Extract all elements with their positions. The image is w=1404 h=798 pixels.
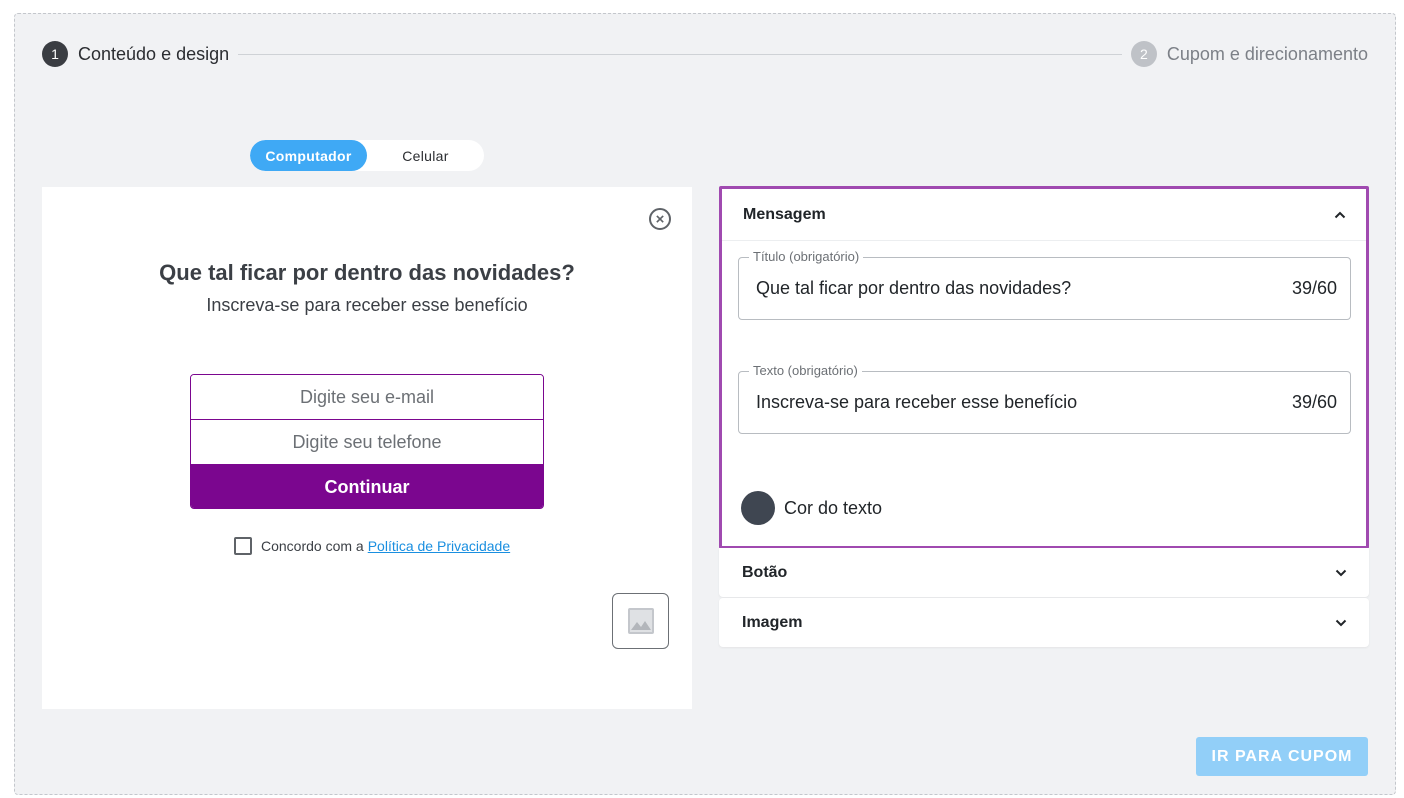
- step-number: 1: [42, 41, 68, 67]
- title-field[interactable]: Título (obrigatório) Que tal ficar por d…: [738, 249, 1351, 320]
- panel-title: Imagem: [742, 613, 803, 631]
- privacy-policy-link[interactable]: Política de Privacidade: [368, 538, 510, 554]
- char-counter: 39/60: [1291, 392, 1337, 412]
- field-legend: Texto (obrigatório): [749, 363, 862, 378]
- chevron-up-icon: [1334, 211, 1346, 219]
- step-content-design[interactable]: 1 Conteúdo e design: [42, 40, 229, 68]
- go-to-coupon-button[interactable]: IR PARA CUPOM: [1196, 737, 1368, 776]
- panel-title: Mensagem: [743, 205, 826, 223]
- step-label: Conteúdo e design: [78, 43, 230, 64]
- preview-form: Digite seu e-mail Digite seu telefone Co…: [190, 374, 544, 509]
- text-color-swatch[interactable]: [741, 491, 775, 525]
- popup-preview: × Que tal ficar por dentro das novidades…: [42, 187, 692, 709]
- message-panel: Mensagem Título (obrigatório) Que tal fi…: [719, 186, 1369, 549]
- chevron-down-icon: [1335, 569, 1347, 577]
- consent-row: Concordo com a Política de Privacidade: [234, 537, 510, 555]
- consent-text: Concordo com a: [261, 538, 364, 554]
- preview-title: Que tal ficar por dentro das novidades?: [159, 260, 575, 285]
- panel-title: Botão: [742, 563, 788, 581]
- continue-button[interactable]: Continuar: [191, 465, 543, 508]
- text-field[interactable]: Texto (obrigatório) Inscreva-se para rec…: [738, 363, 1351, 434]
- text-color-label: Cor do texto: [784, 497, 883, 518]
- close-icon[interactable]: ×: [649, 208, 671, 230]
- step-number: 2: [1130, 41, 1157, 67]
- stepper-connector: [238, 54, 1122, 55]
- chevron-down-icon: [1335, 619, 1347, 627]
- step-label: Cupom e direcionamento: [1166, 43, 1368, 64]
- toggle-desktop[interactable]: Computador: [250, 140, 367, 171]
- message-panel-header[interactable]: Mensagem: [722, 189, 1366, 241]
- consent-checkbox[interactable]: [234, 537, 252, 555]
- device-toggle: Computador Celular: [250, 140, 484, 171]
- image-upload-button[interactable]: [612, 593, 669, 649]
- preview-subtitle: Inscreva-se para receber esse benefício: [206, 295, 528, 315]
- field-value: Inscreva-se para receber esse benefício: [756, 392, 1078, 412]
- field-legend: Título (obrigatório): [749, 249, 864, 264]
- char-counter: 39/60: [1291, 278, 1337, 298]
- phone-input[interactable]: Digite seu telefone: [191, 420, 543, 465]
- image-panel-header[interactable]: Imagem: [719, 598, 1369, 647]
- toggle-mobile[interactable]: Celular: [367, 140, 484, 171]
- field-value: Que tal ficar por dentro das novidades?: [756, 278, 1072, 298]
- button-panel-header[interactable]: Botão: [719, 548, 1369, 597]
- step-coupon-redirect[interactable]: 2 Cupom e direcionamento: [1130, 40, 1368, 68]
- image-icon: [627, 608, 654, 634]
- text-color-row: Cor do texto: [741, 491, 882, 525]
- email-input[interactable]: Digite seu e-mail: [191, 375, 543, 420]
